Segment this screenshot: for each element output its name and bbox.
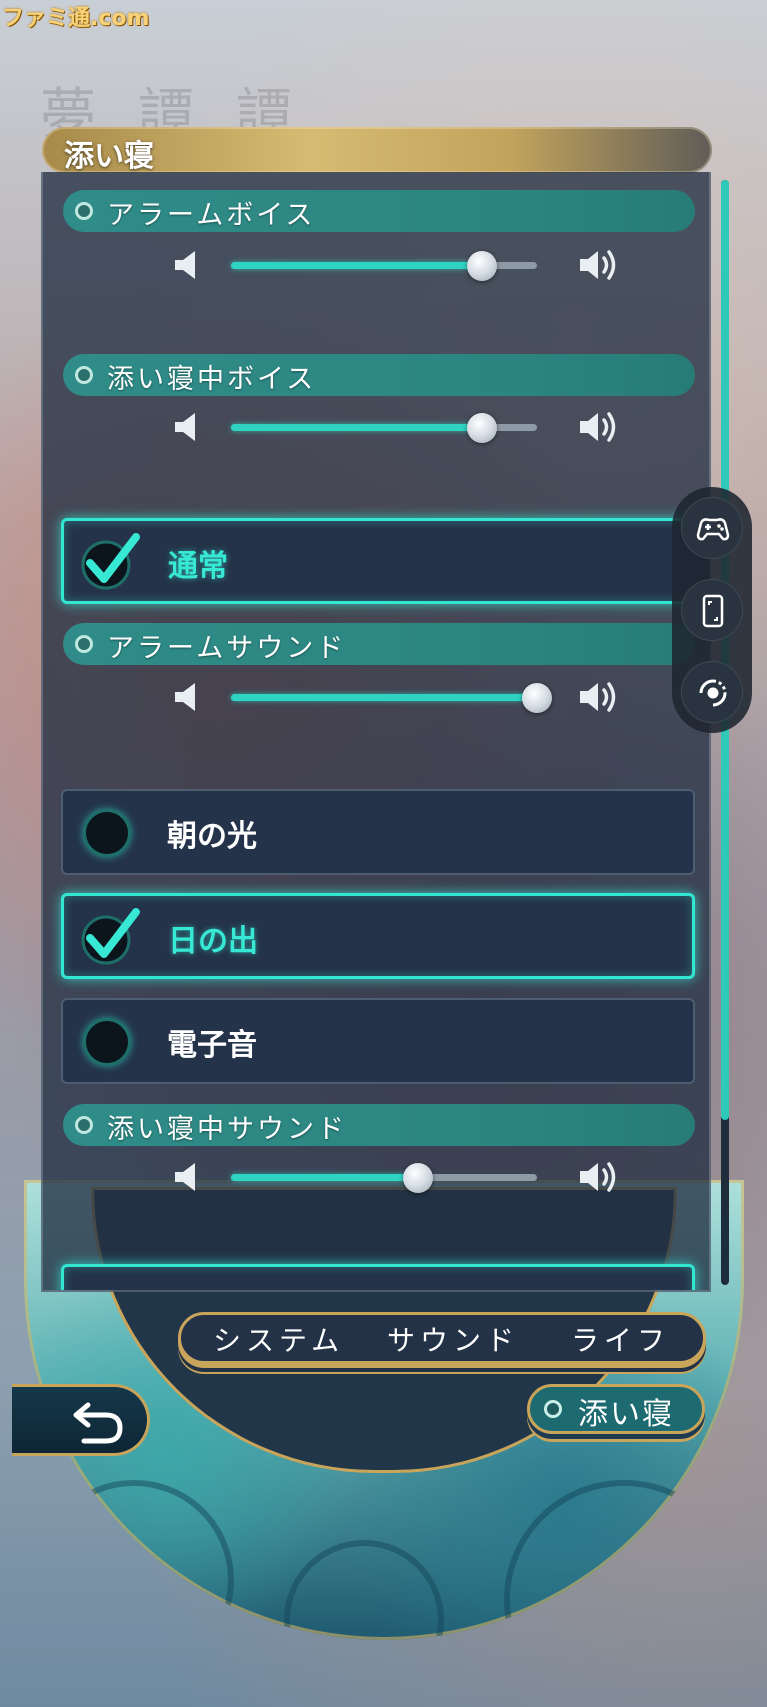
option-label: 朝の光 — [167, 819, 257, 854]
section-label: 添い寝中ボイス — [107, 364, 317, 395]
gamepad-icon — [696, 518, 730, 541]
slider-knob[interactable] — [402, 1163, 433, 1193]
scrollbar[interactable] — [721, 180, 729, 1285]
tab-system[interactable]: システム — [213, 1319, 344, 1359]
alarm-sound-volume-slider[interactable] — [173, 672, 623, 722]
section-sleep-sound: 添い寝中サウンド — [63, 1104, 695, 1146]
section-alarm-sound: アラームサウンド — [63, 623, 695, 665]
sound-option-electronic[interactable]: 電子音 — [61, 998, 695, 1084]
section-sleep-voice: 添い寝中ボイス — [63, 354, 695, 396]
section-dot-icon — [75, 635, 93, 653]
back-button[interactable] — [12, 1384, 150, 1456]
record-icon — [699, 679, 727, 707]
settings-panel: アラームボイス 添い寝中ボイス 通常 アラームサウンド 朝の光 日の出 電子音 … — [41, 172, 711, 1292]
slider-fill — [231, 262, 482, 269]
slider-knob[interactable] — [466, 251, 497, 281]
tab-life[interactable]: ライフ — [571, 1319, 670, 1359]
sleep-voice-volume-slider[interactable] — [173, 402, 623, 452]
section-dot-icon — [75, 1116, 93, 1134]
subtab-dot-icon — [544, 1400, 562, 1418]
section-alarm-voice: アラームボイス — [63, 190, 695, 232]
slider-fill — [231, 1174, 418, 1181]
watermark-logo: ファミ通.com — [2, 6, 150, 31]
slider-track[interactable] — [231, 413, 537, 443]
alarm-voice-volume-slider[interactable] — [173, 240, 623, 290]
voice-option-normal[interactable]: 通常 — [61, 518, 709, 604]
speaker-high-icon — [580, 1162, 616, 1192]
option-label: 日の出 — [168, 924, 258, 959]
section-label: アラームサウンド — [107, 633, 347, 664]
sleep-sound-volume-slider[interactable] — [173, 1152, 623, 1202]
speaker-high-icon — [580, 682, 616, 712]
tab-sound[interactable]: サウンド — [387, 1319, 519, 1359]
speaker-high-icon — [580, 412, 616, 442]
slider-knob[interactable] — [466, 413, 497, 443]
record-button[interactable] — [681, 661, 743, 723]
floating-toolbar — [672, 487, 752, 733]
subtab-label: 添い寝 — [578, 1397, 674, 1432]
subtab-soine[interactable]: 添い寝 — [527, 1384, 705, 1434]
slider-track[interactable] — [231, 251, 537, 281]
page-title: 添い寝 — [64, 139, 154, 174]
section-label: アラームボイス — [107, 200, 316, 231]
speaker-high-icon — [580, 250, 616, 280]
phone-rotate-icon — [702, 594, 724, 628]
category-tabs: システム サウンド ライフ — [178, 1312, 706, 1364]
slider-fill — [231, 424, 482, 431]
back-arrow-icon — [73, 1402, 123, 1444]
slider-fill — [231, 694, 537, 701]
speaker-low-icon — [175, 413, 195, 441]
partial-option[interactable] — [61, 1264, 695, 1290]
gamepad-button[interactable] — [681, 497, 743, 559]
section-label: 添い寝中サウンド — [107, 1114, 347, 1145]
sound-option-sunrise[interactable]: 日の出 — [61, 893, 695, 979]
section-dot-icon — [75, 202, 93, 220]
section-dot-icon — [75, 366, 93, 384]
option-label: 通常 — [168, 549, 228, 584]
sound-option-morning-light[interactable]: 朝の光 — [61, 789, 695, 875]
slider-track[interactable] — [231, 683, 552, 713]
speaker-low-icon — [175, 251, 195, 279]
slider-knob[interactable] — [522, 683, 552, 713]
speaker-low-icon — [175, 1163, 195, 1191]
option-label: 電子音 — [167, 1028, 257, 1063]
slider-track[interactable] — [231, 1163, 537, 1193]
radio-button[interactable] — [83, 1018, 131, 1066]
speaker-low-icon — [175, 683, 195, 711]
header-bar: 添い寝 — [42, 127, 712, 174]
check-icon — [81, 908, 140, 965]
rotate-screen-button[interactable] — [681, 579, 743, 641]
radio-button[interactable] — [83, 809, 131, 857]
check-icon — [81, 533, 140, 590]
